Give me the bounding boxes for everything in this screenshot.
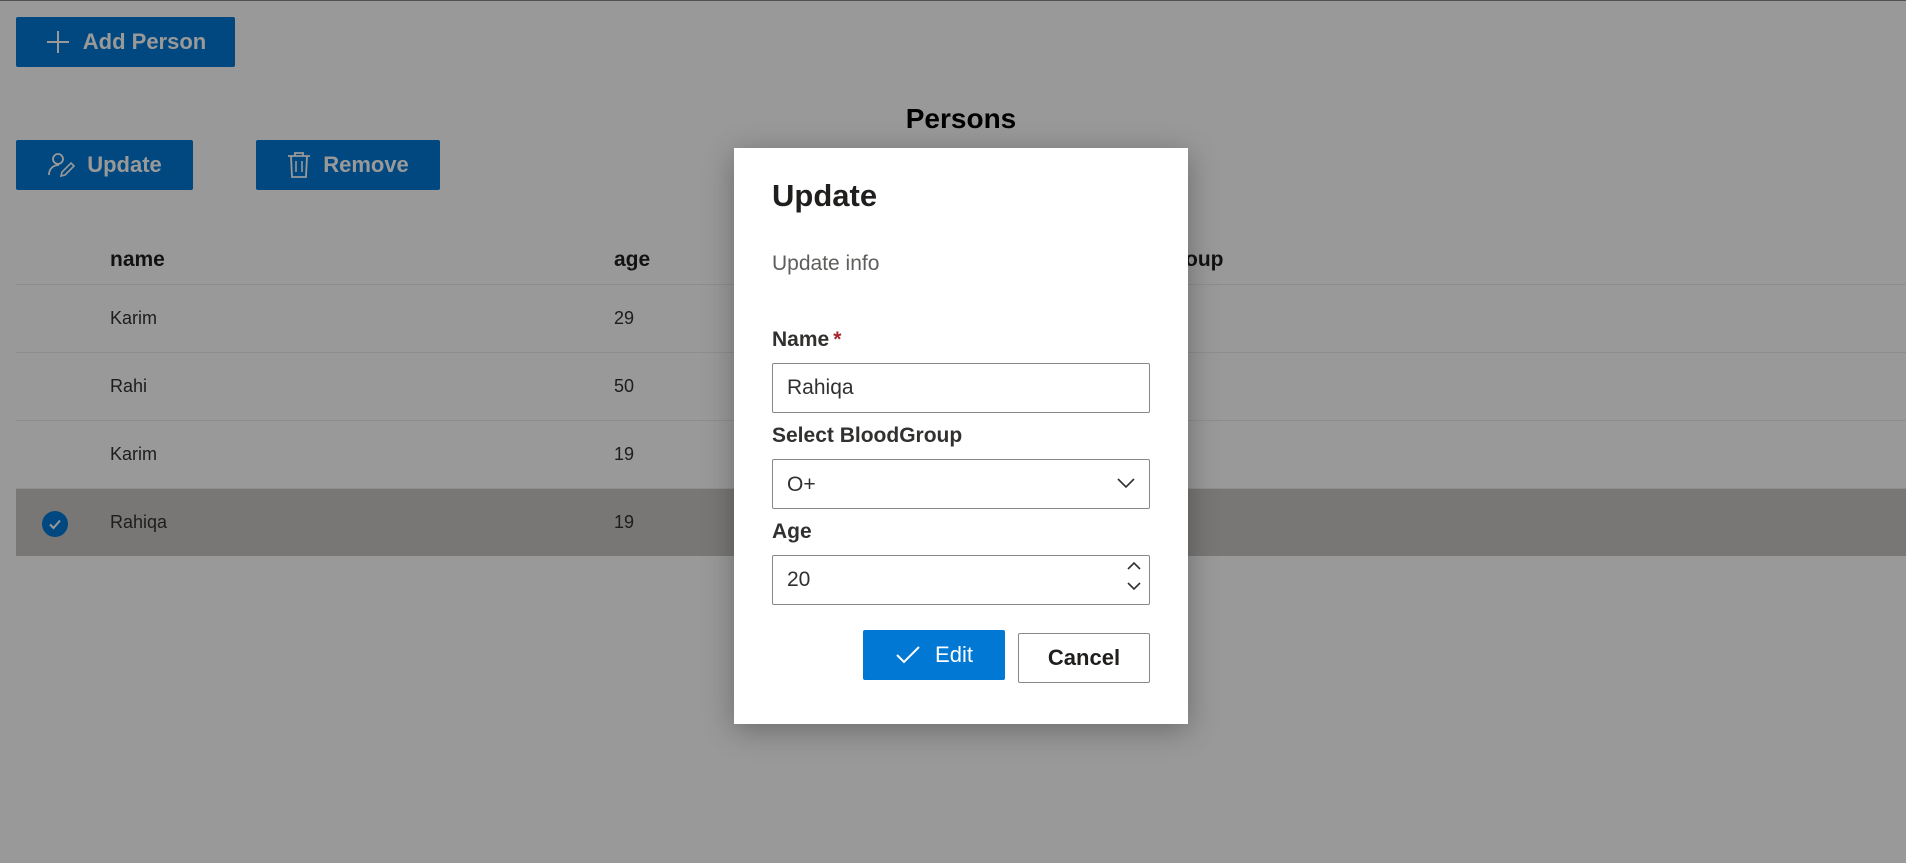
dialog-title: Update (772, 178, 878, 213)
checkmark-icon (896, 646, 920, 664)
chevron-down-icon[interactable] (1127, 581, 1141, 591)
name-input[interactable] (773, 364, 1149, 412)
name-field[interactable] (772, 363, 1150, 413)
required-mark: * (833, 328, 842, 351)
bloodgroup-value: O+ (787, 473, 816, 496)
chevron-up-icon[interactable] (1127, 561, 1141, 571)
name-label-text: Name (772, 328, 830, 351)
chevron-down-icon (1117, 478, 1135, 489)
age-spinbutton[interactable] (772, 555, 1150, 605)
dialog-subtitle: Update info (772, 252, 880, 275)
age-spinner (1127, 561, 1141, 591)
cancel-button[interactable]: Cancel (1018, 633, 1150, 683)
bloodgroup-label: Select BloodGroup (772, 424, 963, 447)
edit-label: Edit (935, 642, 973, 667)
name-label: Name * (772, 328, 841, 352)
age-input[interactable] (773, 556, 1149, 604)
bloodgroup-dropdown[interactable]: O+ (772, 459, 1150, 509)
update-dialog: Update Update info Name* Select BloodGro… (734, 148, 1188, 724)
age-label: Age (772, 520, 812, 543)
edit-button[interactable]: Edit (863, 630, 1005, 680)
